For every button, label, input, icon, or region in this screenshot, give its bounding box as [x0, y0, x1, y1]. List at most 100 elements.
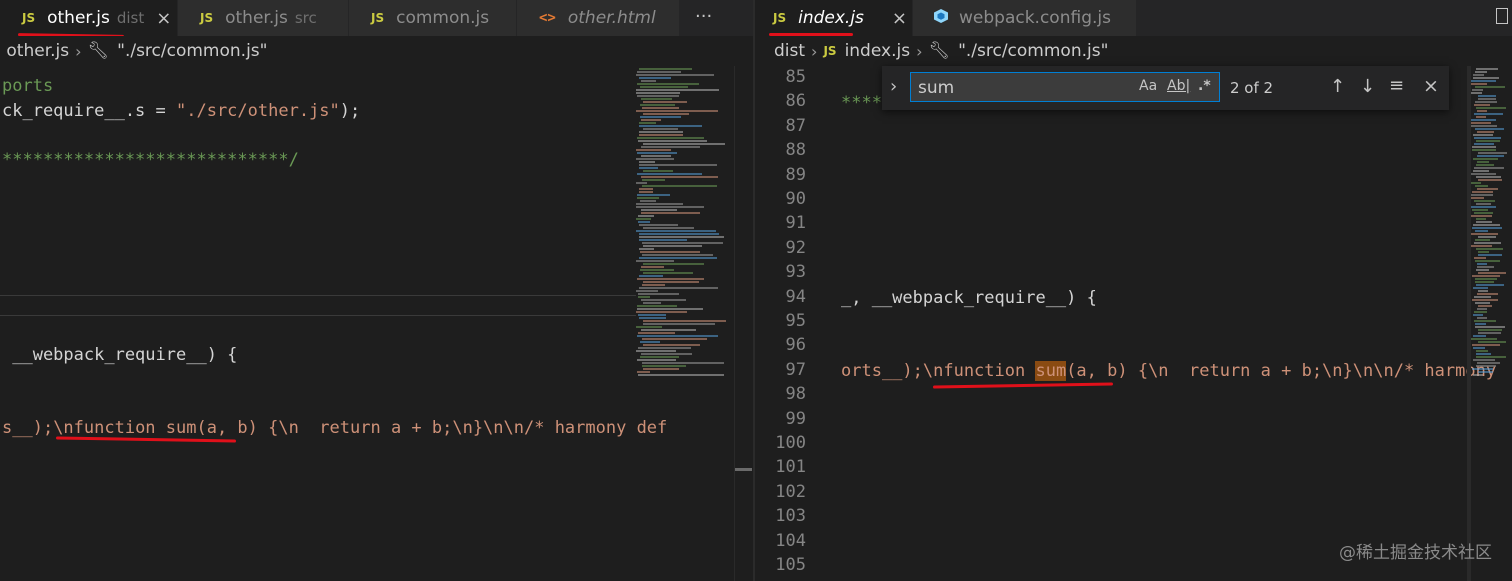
close-icon[interactable]: × — [156, 8, 171, 29]
minimap-line — [638, 332, 675, 334]
minimap-line — [639, 191, 653, 193]
minimap-line — [1473, 287, 1488, 289]
close-find-icon[interactable]: × — [1423, 75, 1439, 97]
line-number: 101 — [775, 457, 806, 478]
line-number: 100 — [775, 433, 806, 453]
tab-index-js[interactable]: JS index.js × — [755, 0, 913, 36]
line-number: 96 — [785, 335, 806, 356]
breadcrumb-folder[interactable]: dist — [774, 41, 805, 61]
minimap-line — [642, 362, 724, 364]
split-editor-icon[interactable] — [1496, 8, 1508, 24]
minimap-line — [637, 71, 681, 73]
minimap-line — [1475, 185, 1488, 187]
minimap-line — [1471, 197, 1484, 199]
line-number: 86 — [785, 91, 806, 112]
minimap-line — [643, 263, 704, 265]
minimap-line — [643, 302, 661, 304]
line-number: 90 — [785, 189, 806, 209]
minimap[interactable] — [1471, 66, 1512, 581]
minimap-line — [1477, 110, 1487, 112]
minimap-line — [639, 77, 671, 79]
left-editor-group: JS other.js dist × JS other.js src JS co… — [0, 0, 753, 581]
watermark-text: @稀土掘金技术社区 — [1339, 543, 1492, 563]
minimap-line — [637, 197, 659, 199]
line-number: 105 — [775, 555, 806, 575]
previous-match-icon[interactable]: ↑ — [1330, 76, 1345, 97]
minimap-line — [1476, 107, 1506, 109]
breadcrumb-file[interactable]: other.js — [6, 41, 69, 61]
whole-word-icon[interactable]: Ab| — [1167, 78, 1190, 94]
minimap-line — [641, 299, 686, 301]
find-in-selection-icon[interactable]: ≡ — [1389, 75, 1404, 96]
match-case-icon[interactable]: Aa — [1139, 78, 1157, 94]
tab-other-js-src[interactable]: JS other.js src — [178, 0, 349, 36]
chevron-right-icon: › — [75, 41, 82, 61]
minimap-line — [1471, 233, 1498, 235]
minimap-line — [1477, 266, 1494, 268]
tab-other-html[interactable]: <> other.html — [517, 0, 680, 36]
breadcrumb-symbol[interactable]: "./src/common.js" — [958, 41, 1108, 61]
minimap-line — [636, 206, 704, 208]
match-count: 2 of 2 — [1230, 79, 1274, 97]
minimap-line — [1471, 122, 1491, 124]
minimap-line — [636, 74, 714, 76]
vertical-scrollbar[interactable] — [734, 66, 753, 581]
minimap[interactable] — [636, 66, 734, 581]
line-number: 92 — [785, 237, 806, 258]
breadcrumb-file[interactable]: index.js — [845, 41, 911, 61]
tab-other-js-dist[interactable]: JS other.js dist × — [0, 0, 178, 36]
minimap-line — [640, 200, 656, 202]
minimap-line — [638, 221, 650, 223]
minimap-line — [638, 293, 679, 295]
minimap-line — [641, 209, 677, 211]
minimap-line — [641, 146, 700, 148]
minimap-line — [1474, 167, 1504, 169]
minimap-line — [638, 296, 650, 298]
minimap-line — [1473, 77, 1499, 79]
tab-common-js[interactable]: JS common.js — [349, 0, 517, 36]
toggle-replace-icon[interactable]: › — [890, 76, 897, 97]
minimap-line — [637, 152, 677, 154]
minimap-line — [637, 278, 704, 280]
minimap-line — [636, 158, 674, 160]
minimap-line — [1473, 359, 1495, 361]
minimap-line — [1474, 212, 1493, 214]
minimap-line — [640, 86, 688, 88]
minimap-line — [1476, 284, 1504, 286]
minimap-line — [1476, 221, 1492, 223]
regex-icon[interactable]: .* — [1198, 78, 1211, 94]
line-number: 93 — [785, 262, 806, 283]
minimap-line — [640, 251, 700, 253]
tab-webpack-config[interactable]: webpack.config.js — [913, 0, 1137, 36]
find-widget: › sum Aa Ab| .* 2 of 2 ↑ ↓ ≡ × — [882, 66, 1449, 110]
minimap-line — [639, 287, 718, 289]
minimap-line — [643, 323, 715, 325]
minimap-line — [1477, 293, 1498, 295]
minimap-line — [637, 137, 704, 139]
code-line: ports — [2, 76, 54, 96]
find-input[interactable]: sum Aa Ab| .* — [910, 72, 1220, 102]
minimap-line — [1476, 350, 1488, 352]
line-number: 97 — [785, 359, 806, 380]
minimap-line — [1471, 206, 1496, 208]
close-icon[interactable]: × — [892, 8, 907, 29]
more-actions-icon[interactable]: ··· — [695, 6, 712, 27]
minimap-line — [1476, 356, 1506, 358]
find-query[interactable]: sum — [918, 78, 954, 98]
minimap-line — [639, 239, 687, 241]
next-match-icon[interactable]: ↓ — [1360, 76, 1375, 97]
minimap-line — [1475, 326, 1505, 328]
scrollbar-thumb[interactable] — [735, 468, 752, 471]
minimap-line — [1478, 332, 1501, 334]
minimap-line — [638, 140, 707, 142]
minimap-line — [1478, 254, 1502, 256]
fold-divider — [0, 295, 636, 296]
minimap-line — [1475, 71, 1487, 73]
minimap-line — [1478, 98, 1496, 100]
minimap-line — [637, 371, 650, 373]
minimap-line — [1478, 305, 1492, 307]
breadcrumb-symbol[interactable]: "./src/common.js" — [117, 41, 267, 61]
code-token: ); — [339, 101, 361, 121]
minimap-line — [641, 80, 656, 82]
minimap-line — [1477, 263, 1487, 265]
